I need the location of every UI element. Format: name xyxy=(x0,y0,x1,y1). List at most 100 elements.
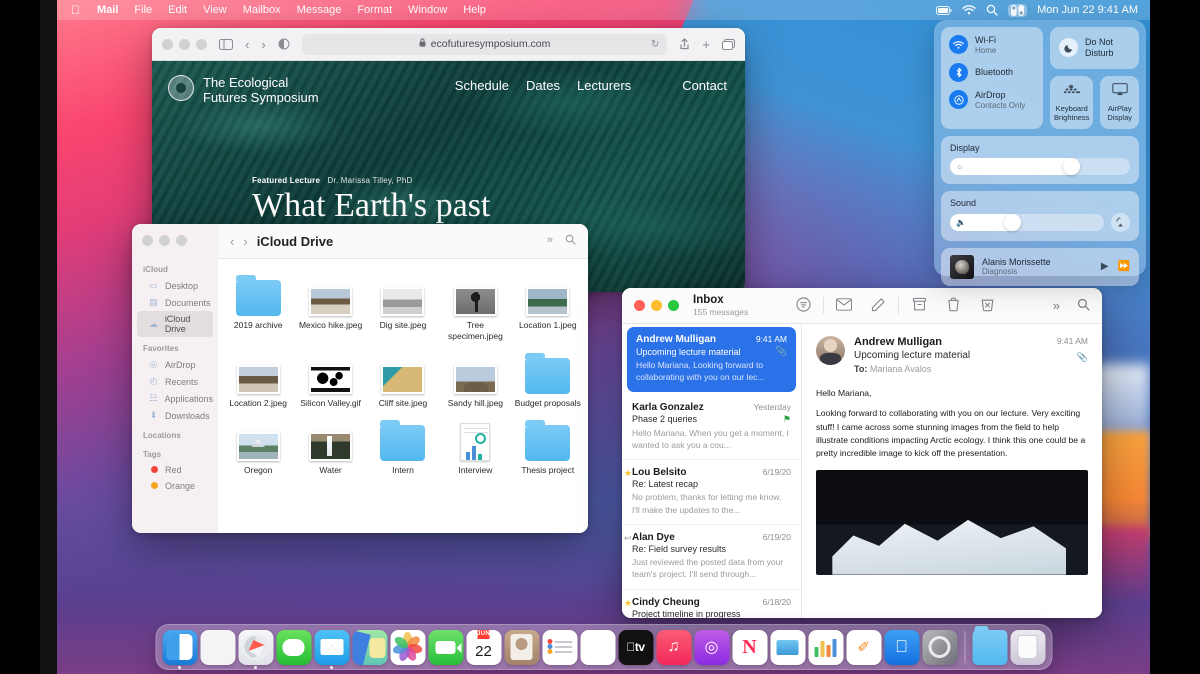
finder-item[interactable]: Thesis project xyxy=(512,413,584,478)
dock-item-trash[interactable] xyxy=(1010,629,1045,665)
site-nav-contact[interactable]: Contact xyxy=(682,78,727,93)
mail-window-controls[interactable] xyxy=(634,300,679,311)
menu-item-app[interactable]: Mail xyxy=(89,0,126,20)
forward-icon[interactable]: › xyxy=(261,37,265,52)
dock-item-tv[interactable]: tv xyxy=(618,629,653,665)
dock-item-facetime[interactable] xyxy=(428,629,463,665)
do-not-disturb-toggle[interactable]: Do Not Disturb xyxy=(1050,27,1139,69)
airplay-display-button[interactable]: AirPlay Display xyxy=(1100,75,1139,129)
sound-volume-slider[interactable]: 🔈 xyxy=(950,213,1104,231)
delete-icon[interactable] xyxy=(936,297,970,315)
menu-item-help[interactable]: Help xyxy=(455,0,494,20)
new-message-icon[interactable] xyxy=(827,297,861,314)
finder-item[interactable]: Interview xyxy=(439,413,511,478)
reload-icon[interactable]: ↻ xyxy=(651,39,659,50)
sidebar-item-red[interactable]: Red xyxy=(137,462,213,478)
dock-item-keynote[interactable] xyxy=(770,629,805,665)
mail-list-item[interactable]: Andrew Mulligan 9:41 AM Upcoming lecture m… xyxy=(627,327,796,392)
bluetooth-toggle[interactable]: Bluetooth xyxy=(949,62,1035,82)
sidebar-item-downloads[interactable]: ⬇ Downloads xyxy=(137,407,213,424)
filter-icon[interactable] xyxy=(786,296,820,315)
finder-item[interactable]: Tree specimen.jpeg xyxy=(439,268,511,344)
finder-item[interactable]: 2019 archive xyxy=(222,268,294,344)
finder-window-controls[interactable] xyxy=(132,232,218,258)
sidebar-item-documents[interactable]: ▤ Documents xyxy=(137,294,213,311)
mail-list-item[interactable]: ↩ Alan Dye 6/19/20 Re: Field survey results… xyxy=(622,525,801,590)
finder-item[interactable]: Cliff site.jpeg xyxy=(367,346,439,411)
dock-item-news[interactable]: N xyxy=(732,629,767,665)
dock-item-contacts[interactable] xyxy=(504,629,539,665)
display-brightness-slider[interactable]: ☼ xyxy=(950,157,1130,175)
sidebar-icon[interactable] xyxy=(219,38,233,50)
dock-item-notes[interactable] xyxy=(580,629,615,665)
chevron-double-right-icon[interactable]: » xyxy=(1053,298,1060,314)
menu-item-mailbox[interactable]: Mailbox xyxy=(235,0,289,20)
now-playing-card[interactable]: Alanis Morissette Diagnosis ▶ ⏩ xyxy=(941,247,1139,286)
mail-list-item[interactable]: ★ Cindy Cheung 6/18/20 Project timeline in … xyxy=(622,590,801,619)
battery-icon[interactable] xyxy=(936,5,952,15)
mail-list-item[interactable]: Karla Gonzalez Yesterday Phase 2 queries ⚑ H… xyxy=(622,395,801,461)
next-icon[interactable]: ⏩ xyxy=(1118,261,1130,272)
archive-icon[interactable] xyxy=(902,297,936,315)
share-icon[interactable] xyxy=(679,38,690,50)
wifi-toggle[interactable]: Wi-Fi Home xyxy=(949,35,1035,55)
finder-item[interactable]: Oregon xyxy=(222,413,294,478)
menu-item-message[interactable]: Message xyxy=(289,0,350,20)
finder-item[interactable]: Intern xyxy=(367,413,439,478)
paperclip-icon[interactable]: 📎 xyxy=(776,346,787,357)
dock-item-safari[interactable] xyxy=(238,629,273,665)
message-attachment-image[interactable] xyxy=(816,469,1088,575)
airplay-audio-icon[interactable] xyxy=(1111,212,1130,232)
finder-item[interactable]: Dig site.jpeg xyxy=(367,268,439,344)
airdrop-toggle[interactable]: AirDrop Contacts Only xyxy=(949,90,1035,110)
plus-icon[interactable]: + xyxy=(702,37,710,52)
forward-icon[interactable]: › xyxy=(243,234,247,249)
star-icon[interactable]: ★ xyxy=(624,598,632,609)
finder-item[interactable]: Water xyxy=(294,413,366,478)
mail-list-item[interactable]: ★ Lou Belsito 6/19/20 Re: Latest recap No pr… xyxy=(622,460,801,525)
sidebar-item-desktop[interactable]: ▭ Desktop xyxy=(137,277,213,294)
search-icon[interactable] xyxy=(986,4,998,16)
finder-item[interactable]: Budget proposals xyxy=(512,346,584,411)
back-icon[interactable]: ‹ xyxy=(245,37,249,52)
tabs-icon[interactable] xyxy=(722,38,735,50)
dock-item-messages[interactable] xyxy=(276,629,311,665)
sidebar-item-airdrop[interactable]: ◎ AirDrop xyxy=(137,356,213,373)
star-icon[interactable]: ★ xyxy=(624,468,632,479)
dock-item-podcasts[interactable]: ◎ xyxy=(694,629,729,665)
dock-item-calendar[interactable]: JUN 22 xyxy=(466,629,501,665)
search-icon[interactable] xyxy=(1077,298,1090,314)
site-nav-schedule[interactable]: Schedule xyxy=(455,78,509,93)
mail-window[interactable]: Inbox 155 messages » Andrew Mulligan 9:4… xyxy=(622,288,1102,618)
site-nav-lecturers[interactable]: Lecturers xyxy=(577,78,631,93)
menu-item-window[interactable]: Window xyxy=(400,0,455,20)
search-icon[interactable] xyxy=(565,234,576,248)
mail-message-list[interactable]: Andrew Mulligan 9:41 AM Upcoming lecture m… xyxy=(622,324,802,618)
sound-slider-knob[interactable] xyxy=(1003,213,1021,231)
chevron-double-right-icon[interactable]: » xyxy=(547,234,553,248)
dock-item-system-preferences[interactable] xyxy=(922,629,957,665)
back-icon[interactable]: ‹ xyxy=(230,234,234,249)
site-brand[interactable]: The Ecological Futures Symposium xyxy=(203,75,319,106)
keyboard-brightness-button[interactable]: Keyboard Brightness xyxy=(1050,75,1094,129)
site-nav-dates[interactable]: Dates xyxy=(526,78,560,93)
dock-item-app-store[interactable]:  xyxy=(884,629,919,665)
menu-item-file[interactable]: File xyxy=(126,0,160,20)
dock-item-pages[interactable]: ✐ xyxy=(846,629,881,665)
finder-item[interactable]: Mexico hike.jpeg xyxy=(294,268,366,344)
site-logo-icon[interactable] xyxy=(168,75,194,101)
safari-window-controls[interactable] xyxy=(162,38,207,50)
dock-item-photos[interactable] xyxy=(390,629,425,665)
display-slider-knob[interactable] xyxy=(1062,157,1080,175)
dock-item-maps[interactable] xyxy=(352,629,387,665)
menu-item-format[interactable]: Format xyxy=(349,0,400,20)
dock-item-finder[interactable] xyxy=(162,629,197,665)
flag-icon[interactable]: ⚑ xyxy=(783,414,791,425)
wifi-icon[interactable] xyxy=(962,5,976,15)
finder-item[interactable]: Silicon Valley.gif xyxy=(294,346,366,411)
paperclip-icon[interactable]: 📎 xyxy=(1057,352,1088,363)
dock-item-downloads-folder[interactable] xyxy=(972,625,1007,665)
sidebar-item-orange[interactable]: Orange xyxy=(137,478,213,494)
dock-item-mail[interactable] xyxy=(314,629,349,665)
reader-icon[interactable] xyxy=(278,38,290,50)
